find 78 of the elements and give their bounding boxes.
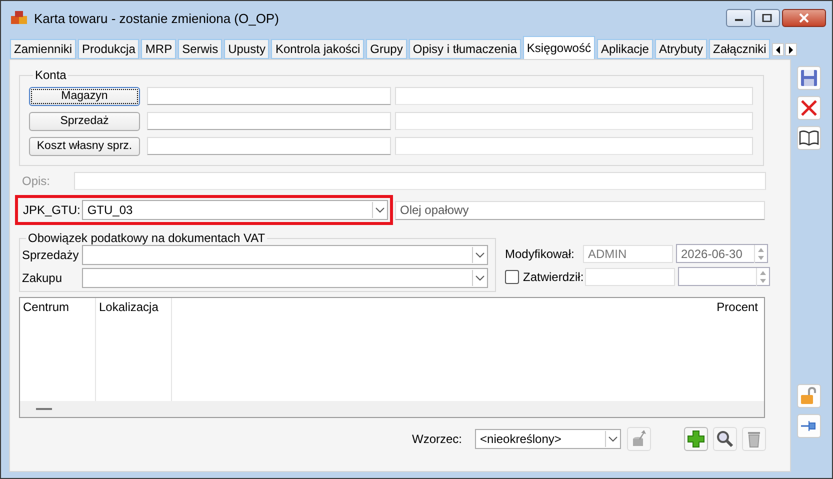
tab[interactable]: Kontrola jakości (271, 39, 364, 59)
account-name-field[interactable] (395, 137, 753, 155)
tab[interactable]: Serwis (178, 39, 222, 59)
vat-dropdown[interactable] (82, 268, 488, 288)
jpk-gtu-dropdown[interactable]: GTU_03 (82, 200, 388, 220)
book-icon (799, 130, 819, 146)
add-button[interactable] (684, 427, 708, 451)
pin-button[interactable] (797, 414, 821, 438)
tab[interactable]: Grupy (366, 39, 407, 59)
maximize-button[interactable] (754, 9, 780, 27)
export-button[interactable] (627, 427, 652, 451)
boxes-icon (10, 10, 28, 26)
tab[interactable]: Atrybuty (654, 39, 707, 59)
scroll-left-button[interactable] (772, 43, 784, 56)
group-title: Obowiązek podatkowy na dokumentach VAT (27, 231, 266, 245)
tab[interactable]: Opisy i tłumaczenia (408, 39, 521, 59)
opis-field[interactable] (74, 172, 766, 190)
pin-icon (800, 419, 818, 433)
checkbox[interactable] (505, 270, 519, 284)
padlock-icon (800, 387, 818, 405)
column-header[interactable]: Lokalizacja (99, 300, 158, 314)
close-icon (798, 13, 810, 23)
save-button[interactable] (797, 66, 821, 90)
chevron-down-icon (472, 270, 487, 286)
tab[interactable]: Zamienniki (10, 39, 76, 59)
left-arrow-icon (775, 46, 782, 54)
chevron-down-icon (372, 202, 387, 218)
right-arrow-icon (788, 46, 794, 54)
cancel-button[interactable] (797, 96, 821, 120)
vat-label: Zakupu (22, 271, 64, 285)
account-button[interactable]: Sprzedaż (29, 112, 140, 130)
cylinder-arrow-icon (631, 430, 648, 448)
account-name-field[interactable] (395, 112, 753, 130)
user-field: ADMIN (583, 244, 673, 262)
account-field[interactable] (147, 137, 391, 155)
dash-icon (36, 408, 52, 410)
tab[interactable]: MRP (141, 39, 176, 59)
account-field[interactable] (147, 87, 391, 105)
description-field: Olej opałowy (395, 200, 765, 220)
template-label: Wzorzec: (412, 432, 462, 446)
approved-by-label: Zatwierdził: (523, 270, 585, 284)
unlock-button[interactable] (797, 384, 821, 408)
spinner-arrows-icon (754, 244, 767, 262)
account-button[interactable]: Magazyn (29, 86, 140, 106)
vat-dropdown[interactable] (82, 245, 488, 265)
scroll-right-button[interactable] (785, 43, 798, 56)
tab[interactable]: Produkcja (78, 39, 140, 59)
date-field[interactable] (678, 267, 770, 286)
column-header[interactable]: Centrum (23, 300, 70, 314)
template-dropdown[interactable]: <nieokreślony> (475, 429, 622, 449)
tab[interactable]: Księgowość (522, 36, 595, 59)
chevron-down-icon (605, 431, 620, 447)
date-field[interactable]: 2026-06-30 (676, 244, 768, 263)
tab[interactable]: Aplikacje (596, 39, 653, 59)
close-button[interactable] (782, 9, 826, 27)
delete-button[interactable] (742, 427, 766, 451)
spinner-arrows-icon (756, 268, 769, 286)
help-button[interactable] (797, 126, 821, 150)
close-icon (800, 99, 818, 117)
tab[interactable]: Załączniki (708, 39, 770, 59)
group-title: Konta (34, 68, 68, 82)
maximize-icon (762, 14, 772, 22)
account-name-field[interactable] (395, 87, 753, 105)
modified-by-label: Modyfikował: (505, 246, 576, 260)
column-header[interactable]: Procent (716, 300, 758, 314)
minimize-button[interactable] (726, 9, 752, 27)
jpk-gtu-label: JPK_GTU: (22, 203, 82, 217)
tab[interactable]: Upusty (224, 39, 270, 59)
window-title: Karta towaru - zostanie zmieniona (O_OP) (34, 10, 280, 26)
search-icon (716, 430, 734, 448)
opis-label: Opis: (21, 174, 52, 188)
account-button[interactable]: Koszt własny sprz. (29, 136, 140, 156)
chevron-down-icon (472, 247, 487, 263)
search-button[interactable] (713, 427, 738, 451)
account-field[interactable] (147, 112, 391, 130)
vat-label: Sprzedaży (22, 248, 80, 262)
trash-icon (746, 430, 762, 448)
plus-icon (687, 430, 706, 448)
